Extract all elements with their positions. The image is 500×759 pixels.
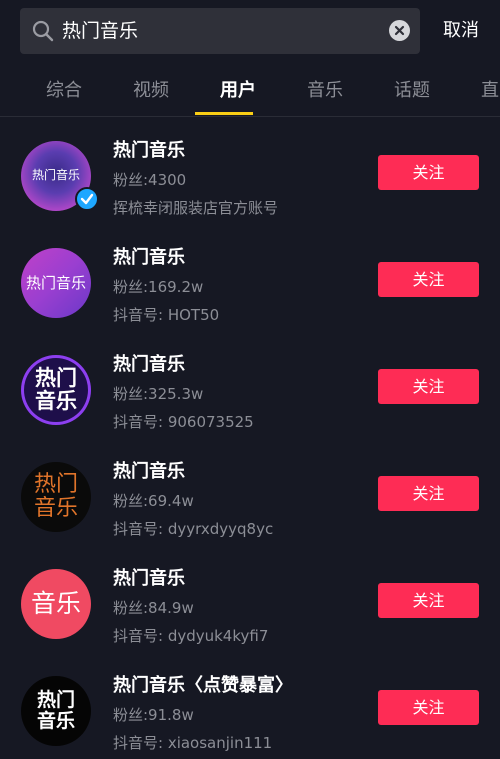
user-douyin-id: 抖音号: 906073525 (113, 413, 254, 431)
avatar[interactable]: 热门 音乐 (21, 462, 91, 532)
verified-badge-icon (75, 187, 99, 211)
user-name[interactable]: 热门音乐 (113, 460, 185, 484)
tab-live[interactable]: 直 (481, 78, 499, 104)
follower-count: 粉丝:84.9w (113, 599, 194, 617)
avatar[interactable]: 热门音乐 (21, 248, 91, 318)
active-tab-indicator (195, 112, 253, 115)
tab-users[interactable]: 用户 (220, 78, 256, 104)
list-item[interactable]: 热门音乐 热门音乐 粉丝:4300 挥梳幸闭服装店官方账号 关注 (0, 117, 500, 224)
follow-button[interactable]: 关注 (378, 155, 479, 190)
tab-bar: 综合 视频 用户 音乐 话题 直 (0, 66, 500, 117)
list-item[interactable]: 音乐 热门音乐 粉丝:84.9w 抖音号: dydyuk4kyfi7 关注 (0, 545, 500, 652)
search-input[interactable]: 热门音乐 (62, 18, 138, 44)
tab-topics[interactable]: 话题 (394, 78, 430, 104)
follower-count: 粉丝:69.4w (113, 492, 194, 510)
follower-count: 粉丝:91.8w (113, 706, 194, 724)
user-description: 挥梳幸闭服装店官方账号 (113, 199, 279, 217)
avatar[interactable]: 热门 音乐 (21, 355, 91, 425)
user-douyin-id: 抖音号: HOT50 (113, 306, 220, 324)
user-douyin-id: 抖音号: dyyrxdyyq8yc (113, 520, 274, 538)
user-name[interactable]: 热门音乐 (113, 139, 185, 163)
follow-button[interactable]: 关注 (378, 583, 479, 618)
follow-button[interactable]: 关注 (378, 262, 479, 297)
list-item[interactable]: 热门 音乐 热门音乐 粉丝:69.4w 抖音号: dyyrxdyyq8yc 关注 (0, 438, 500, 545)
cancel-button[interactable]: 取消 (443, 18, 479, 44)
user-name[interactable]: 热门音乐 (113, 246, 185, 270)
clear-icon[interactable] (389, 20, 410, 41)
follow-button[interactable]: 关注 (378, 369, 479, 404)
tab-videos[interactable]: 视频 (133, 78, 169, 104)
user-name[interactable]: 热门音乐 (113, 567, 185, 591)
follow-button[interactable]: 关注 (378, 476, 479, 511)
user-douyin-id: 抖音号: dydyuk4kyfi7 (113, 627, 269, 645)
tab-all[interactable]: 综合 (46, 78, 82, 104)
follower-count: 粉丝:325.3w (113, 385, 204, 403)
list-item[interactable]: 热门 音乐 热门音乐 粉丝:325.3w 抖音号: 906073525 关注 (0, 331, 500, 438)
user-name[interactable]: 热门音乐 (113, 353, 185, 377)
user-name[interactable]: 热门音乐〈点赞暴富〉 (113, 674, 293, 698)
follower-count: 粉丝:169.2w (113, 278, 204, 296)
list-item[interactable]: 热门 音乐 热门音乐〈点赞暴富〉 粉丝:91.8w 抖音号: xiaosanji… (0, 652, 500, 759)
search-bar[interactable]: 热门音乐 (20, 8, 420, 54)
follow-button[interactable]: 关注 (378, 690, 479, 725)
avatar[interactable]: 热门 音乐 (21, 676, 91, 746)
search-icon (32, 20, 54, 42)
avatar[interactable]: 音乐 (21, 569, 91, 639)
tab-music[interactable]: 音乐 (307, 78, 343, 104)
follower-count: 粉丝:4300 (113, 171, 187, 189)
list-item[interactable]: 热门音乐 热门音乐 粉丝:169.2w 抖音号: HOT50 关注 (0, 224, 500, 331)
